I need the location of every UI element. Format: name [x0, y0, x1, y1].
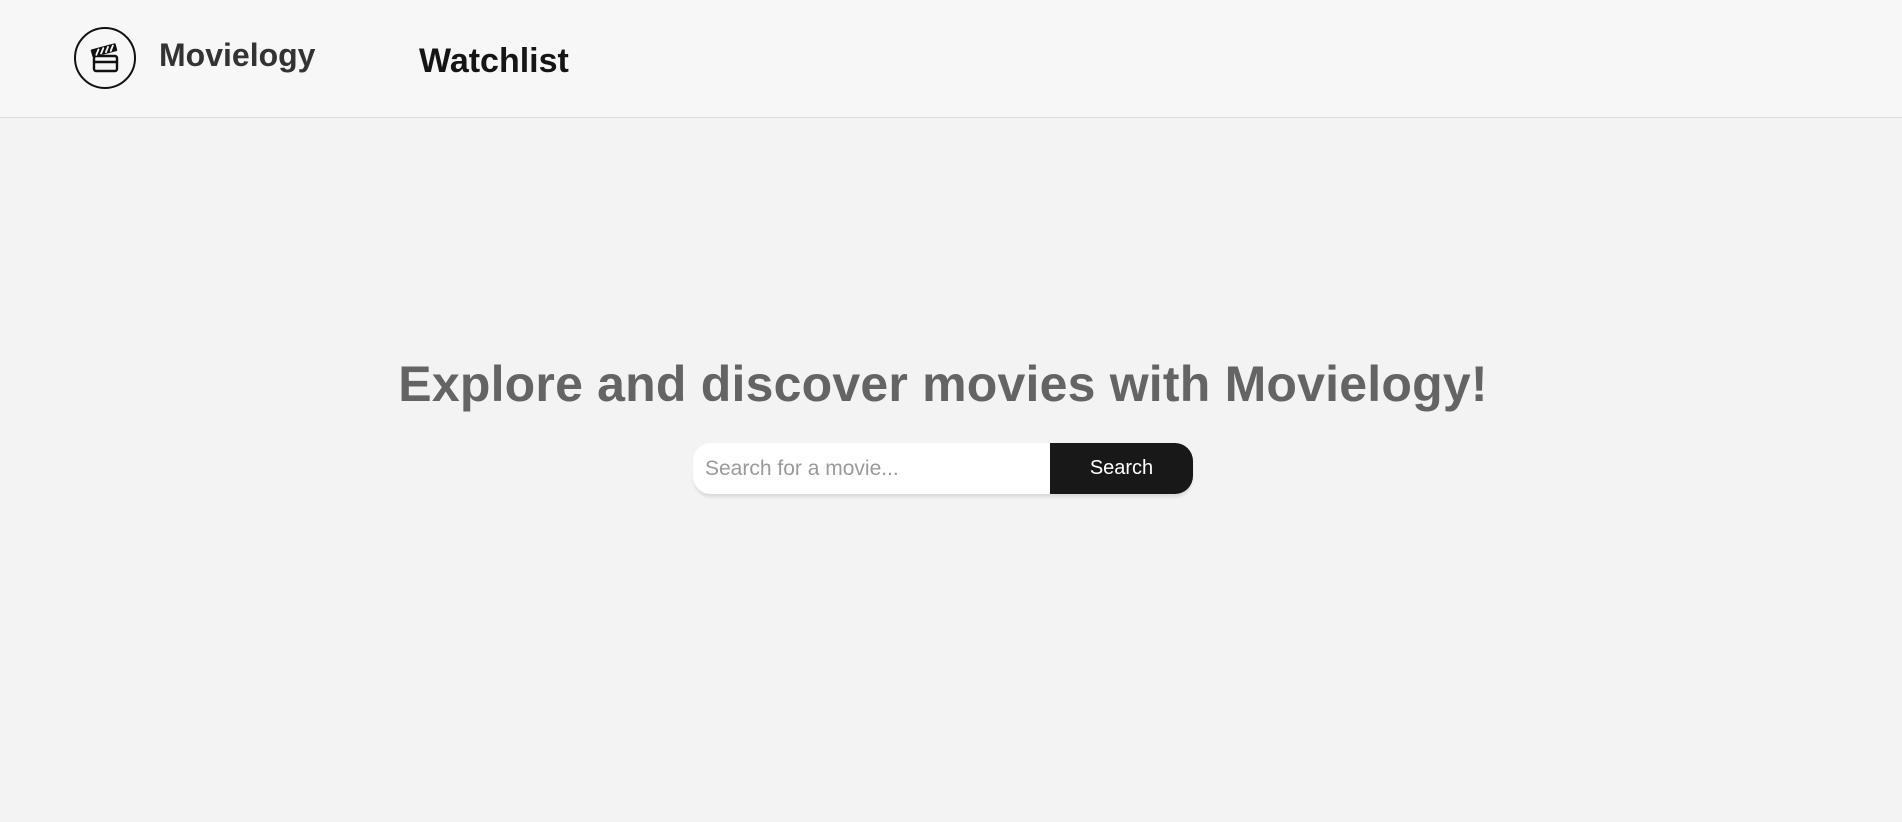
- search-form: Search: [693, 443, 1193, 494]
- hero-title: Explore and discover movies with Movielo…: [398, 356, 1488, 412]
- nav-watchlist-link[interactable]: Watchlist: [419, 42, 569, 81]
- search-input[interactable]: [693, 443, 1050, 494]
- hero-section: Explore and discover movies with Movielo…: [0, 355, 1886, 413]
- clapperboard-icon: [74, 27, 136, 89]
- site-header: Movielogy Watchlist: [0, 0, 1902, 118]
- brand-name: Movielogy: [159, 36, 316, 73]
- home-logo-link[interactable]: Movielogy: [74, 27, 315, 89]
- search-button[interactable]: Search: [1050, 443, 1193, 494]
